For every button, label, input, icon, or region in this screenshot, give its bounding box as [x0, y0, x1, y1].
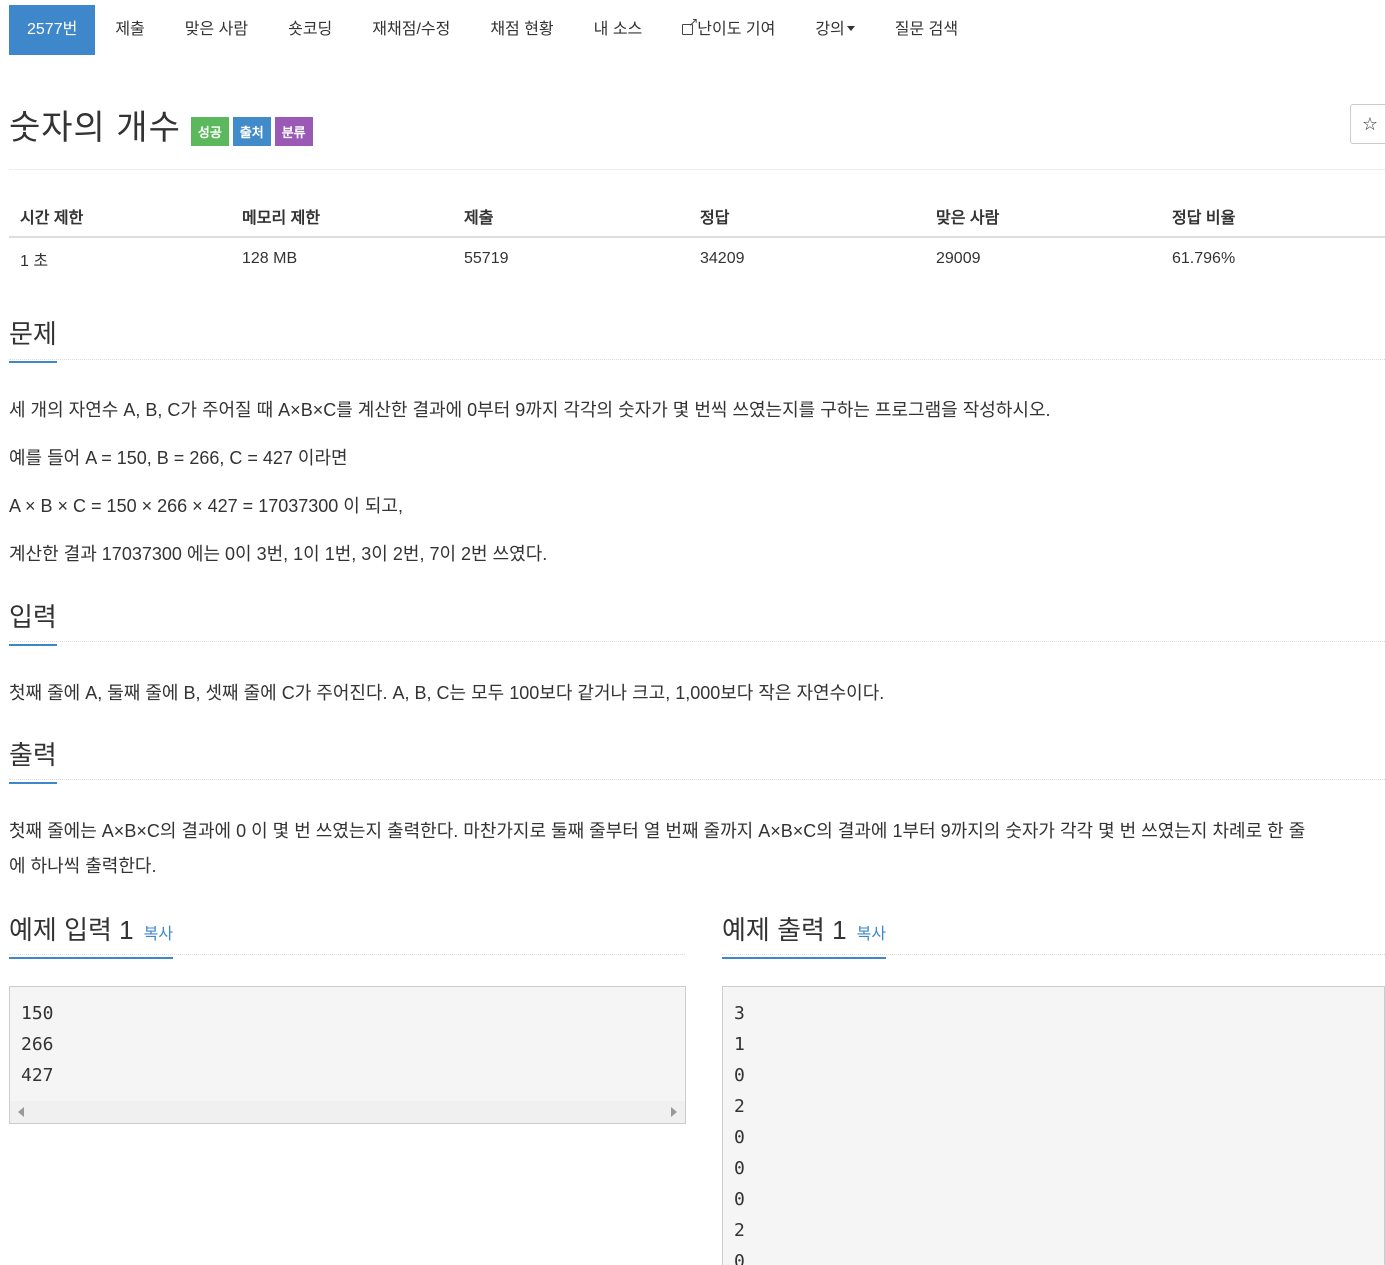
problem-text-line: 세 개의 자연수 A, B, C가 주어질 때 A×B×C를 계산한 결과에 0…: [9, 400, 1051, 420]
value-time-limit: 1 초: [20, 253, 49, 270]
table-row: 1 초 128 MB 55719 34209 29009 61.796%: [9, 237, 1385, 280]
badge-success[interactable]: 성공: [190, 117, 229, 146]
sample-output-line: 0: [734, 1251, 745, 1265]
sample-output-line: 1: [734, 1034, 745, 1055]
sample-input-title: 예제 입력 1: [9, 915, 134, 945]
header-accepted: 정답: [689, 196, 925, 238]
problem-text-line: A × B × C = 150 × 266 × 427 = 17037300 이…: [9, 496, 403, 516]
favorite-star-button[interactable]: ☆: [1350, 104, 1385, 144]
scroll-right-icon[interactable]: [671, 1107, 677, 1117]
problem-title-row: 숫자의 개수 성공 출처 분류: [9, 100, 313, 149]
sample-output-line: 3: [734, 1003, 745, 1024]
header-time-limit: 시간 제한: [9, 196, 231, 238]
problem-text-line: 예를 들어 A = 150, B = 266, C = 427 이라면: [9, 448, 348, 468]
sample-output-heading: 예제 출력 1 복사: [722, 910, 887, 959]
header-submissions: 제출: [453, 196, 689, 238]
badge-category[interactable]: 분류: [274, 117, 313, 146]
sample-input-box[interactable]: 150 266 427: [9, 986, 686, 1124]
value-accept-ratio: 61.796%: [1172, 250, 1236, 267]
tab-problem-number[interactable]: 2577번: [9, 5, 96, 55]
copy-output-button[interactable]: 복사: [857, 926, 886, 943]
tab-status[interactable]: 채점 현황: [470, 5, 573, 55]
external-link-icon: [682, 16, 698, 35]
sample-output-line: 0: [734, 1158, 745, 1179]
output-description-line: 첫째 줄에는 A×B×C의 결과에 0 이 몇 번 쓰였는지 출력한다. 마찬가…: [9, 821, 1306, 841]
section-divider: [9, 359, 1385, 360]
input-description: 첫째 줄에 A, 둘째 줄에 B, 셋째 줄에 C가 주어진다. A, B, C…: [9, 683, 885, 703]
input-heading: 입력: [9, 597, 57, 646]
header-accept-ratio: 정답 비율: [1161, 196, 1385, 238]
problem-info-table: 시간 제한 메모리 제한 제출 정답 맞은 사람 정답 비율 1 초 128 M…: [9, 196, 1385, 280]
copy-input-button[interactable]: 복사: [144, 926, 173, 943]
horizontal-scrollbar[interactable]: [10, 1101, 685, 1123]
problem-text-line: 계산한 결과 17037300 에는 0이 3번, 1이 1번, 3이 2번, …: [9, 544, 548, 564]
tab-lectures-dropdown[interactable]: 강의: [795, 5, 874, 55]
sample-input-heading: 예제 입력 1 복사: [9, 910, 174, 959]
section-divider: [722, 954, 1385, 955]
caret-down-icon: [846, 26, 855, 31]
tab-difficulty-contribution[interactable]: 난이도 기여: [662, 5, 795, 55]
header-memory-limit: 메모리 제한: [231, 196, 453, 238]
output-heading: 출력: [9, 735, 57, 784]
tab-rejudge-edit[interactable]: 재채점/수정: [352, 5, 470, 55]
divider: [9, 169, 1385, 170]
sample-output-box[interactable]: 3 1 0 2 0 0 0 2 0: [722, 986, 1385, 1265]
tab-difficulty-label: 난이도 기여: [697, 21, 776, 38]
sample-input-line: 150: [21, 1003, 54, 1024]
header-solved-users: 맞은 사람: [925, 196, 1161, 238]
sample-output-line: 0: [734, 1065, 745, 1086]
tab-lectures-label: 강의: [815, 21, 845, 38]
tab-short-coding[interactable]: 숏코딩: [268, 5, 352, 55]
star-icon: ☆: [1361, 114, 1379, 134]
badge-source[interactable]: 출처: [232, 117, 271, 146]
problem-nav: 2577번 제출 맞은 사람 숏코딩 재채점/수정 채점 현황 내 소스 난이도…: [9, 5, 978, 55]
section-divider: [9, 954, 685, 955]
sample-output-line: 2: [734, 1096, 745, 1117]
page-title: 숫자의 개수: [9, 109, 181, 147]
tab-submit[interactable]: 제출: [95, 5, 164, 55]
tab-my-source[interactable]: 내 소스: [574, 5, 663, 55]
scroll-left-icon[interactable]: [18, 1107, 24, 1117]
tab-question-search[interactable]: 질문 검색: [875, 5, 978, 55]
tab-solved-users[interactable]: 맞은 사람: [165, 5, 268, 55]
section-divider: [9, 779, 1385, 780]
sample-output-line: 2: [734, 1220, 745, 1241]
sample-output-title: 예제 출력 1: [722, 915, 847, 945]
problem-heading: 문제: [9, 314, 57, 363]
value-solved-users: 29009: [936, 250, 981, 267]
value-submissions: 55719: [464, 250, 509, 267]
section-divider: [9, 641, 1385, 642]
table-header-row: 시간 제한 메모리 제한 제출 정답 맞은 사람 정답 비율: [9, 196, 1385, 238]
value-memory-limit: 128 MB: [242, 250, 298, 267]
output-description-line: 에 하나씩 출력한다.: [9, 856, 157, 876]
value-accepted: 34209: [700, 250, 745, 267]
sample-input-line: 427: [21, 1065, 54, 1086]
sample-output-line: 0: [734, 1189, 745, 1210]
sample-output-line: 0: [734, 1127, 745, 1148]
sample-input-line: 266: [21, 1034, 54, 1055]
